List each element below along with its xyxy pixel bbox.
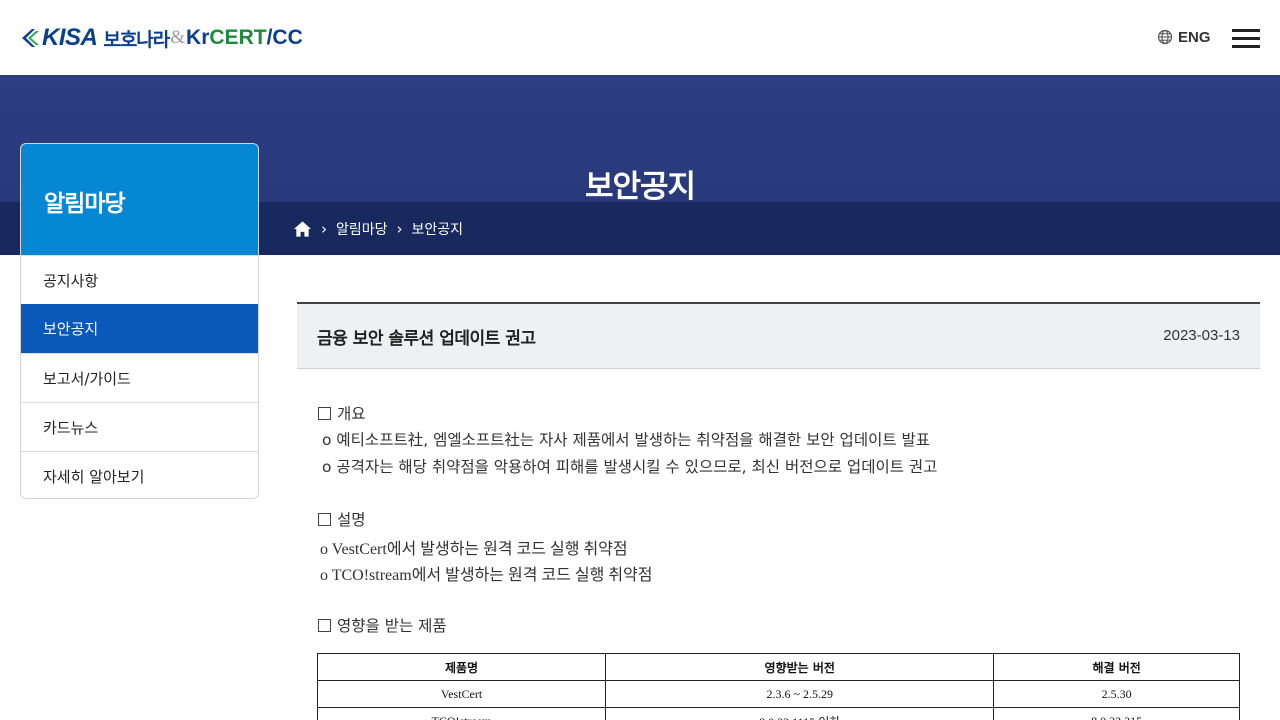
breadcrumb-item[interactable]: 보안공지 [412, 219, 464, 239]
home-icon[interactable] [293, 220, 312, 238]
logo-ampersand: & [170, 27, 186, 48]
column-header: 해결 버전 [993, 653, 1240, 681]
breadcrumb: › 알림마당 › 보안공지 [293, 218, 463, 240]
article-date: 2023-03-13 [1163, 327, 1240, 344]
table-cell: TCO!stream [316, 707, 607, 720]
body-line: o 공격자는 해당 취약점을 악용하여 피해를 발생시킬 수 있으므로, 최신 … [322, 458, 938, 476]
column-header: 제품명 [316, 653, 607, 681]
sidebar-title: 알림마당 [44, 191, 126, 217]
sidebar-item-card-news[interactable]: 카드뉴스 [21, 402, 258, 451]
page-title: 보안공지 [584, 169, 696, 205]
globe-icon [1157, 29, 1173, 45]
logo-cert-text: CERT [209, 26, 267, 49]
sidebar-item-reports-guides[interactable]: 보고서/가이드 [21, 353, 258, 402]
body-line: o VestCert에서 발생하는 원격 코드 실행 취약점 [320, 541, 628, 558]
table-cell: VestCert [316, 680, 607, 708]
table-row: VestCert 2.3.6 ~ 2.5.29 2.5.30 [316, 680, 1240, 708]
section-heading-text: 설명 [337, 511, 366, 529]
breadcrumb-item[interactable]: 알림마당 [336, 219, 388, 239]
sidebar-header: 알림마당 [21, 144, 258, 255]
kisa-logo-mark-icon [20, 27, 40, 49]
section-heading: 개요 [318, 402, 366, 424]
chevron-right-icon: › [321, 220, 327, 238]
logo-bohonara-text: 보호나라 [103, 28, 170, 51]
article-title: 금융 보안 솔루션 업데이트 권고 [317, 329, 536, 349]
section-heading: 설명 [318, 508, 366, 530]
language-switch[interactable]: ENG [1157, 27, 1211, 47]
body-line: o 예티소프트社, 엠엘소프트社는 자사 제품에서 발생하는 취약점을 해결한 … [322, 431, 931, 449]
section-heading-text: 영향을 받는 제품 [337, 617, 447, 635]
checkbox-square-icon [318, 407, 331, 420]
table-row: TCO!stream 8.0.22.1115 이하 8.0.22.215 [316, 707, 1240, 720]
column-header: 영향받는 버전 [605, 653, 995, 681]
language-label: ENG [1178, 28, 1211, 46]
site-logo[interactable]: KISA 보호나라 & Kr CERT /CC [20, 24, 303, 52]
body-line: o TCO!stream에서 발생하는 원격 코드 실행 취약점 [320, 567, 653, 584]
table-cell: 2.5.30 [993, 680, 1240, 708]
chevron-right-icon: › [396, 220, 403, 238]
section-heading-text: 개요 [337, 405, 366, 423]
table-cell: 8.0.22.215 [993, 707, 1240, 720]
article-header: 금융 보안 솔루션 업데이트 권고 2023-03-13 [297, 302, 1260, 369]
sidebar-item-notice[interactable]: 공지사항 [21, 255, 258, 304]
sidebar: 알림마당 공지사항 보안공지 보고서/가이드 카드뉴스 자세히 알아보기 [20, 143, 259, 499]
sidebar-item-learn-more[interactable]: 자세히 알아보기 [21, 451, 258, 498]
table-cell: 8.0.22.1115 이하 [605, 707, 995, 720]
hamburger-menu-icon[interactable] [1232, 27, 1260, 49]
checkbox-square-icon [318, 619, 331, 632]
site-header: KISA 보호나라 & Kr CERT /CC ENG [0, 0, 1280, 75]
logo-kisa-text: KISA [42, 24, 98, 51]
sidebar-item-security-notice[interactable]: 보안공지 [21, 304, 258, 353]
table-header-row: 제품명 영향받는 버전 해결 버전 [316, 653, 1240, 681]
table-cell: 2.3.6 ~ 2.5.29 [605, 680, 995, 708]
logo-cc-text: /CC [266, 26, 303, 49]
checkbox-square-icon [318, 513, 331, 526]
affected-products-table: 제품명 영향받는 버전 해결 버전 VestCert 2.3.6 ~ 2.5.2… [316, 653, 1240, 720]
section-heading: 영향을 받는 제품 [318, 614, 447, 636]
logo-kr-text: Kr [186, 26, 210, 49]
